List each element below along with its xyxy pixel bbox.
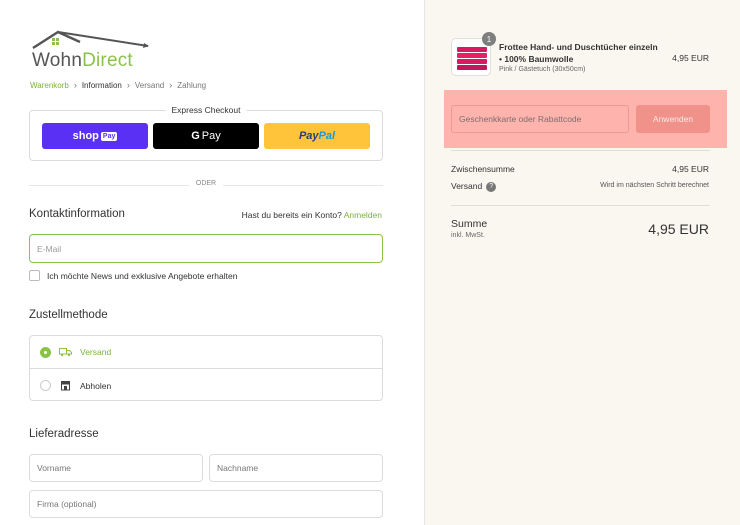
radio-unselected[interactable] xyxy=(40,380,51,391)
google-g-icon: G xyxy=(191,130,200,142)
subtotal-value: 4,95 EUR xyxy=(672,164,709,174)
chevron-right-icon: › xyxy=(169,80,173,90)
google-pay-button[interactable]: G Pay xyxy=(153,123,259,149)
lastname-input[interactable] xyxy=(209,454,383,482)
order-summary xyxy=(425,0,740,525)
wohndirect-logo[interactable]: WohnDirect xyxy=(30,28,150,71)
shipping-row: Versand? xyxy=(451,181,497,192)
paypal-button[interactable]: Pay Pal xyxy=(264,123,370,149)
delivery-options: Versand Abholen xyxy=(29,335,383,401)
shipping-label: Versand xyxy=(451,181,483,191)
store-icon xyxy=(59,380,72,391)
delivery-title: Zustellmethode xyxy=(29,309,108,321)
summary-divider xyxy=(451,205,710,206)
chevron-right-icon: › xyxy=(126,80,130,90)
express-checkout-title: Express Checkout xyxy=(165,105,247,115)
delivery-option-label: Abholen xyxy=(80,380,112,391)
login-hint: Hast du bereits ein Konto? Anmelden xyxy=(242,210,382,220)
breadcrumb: Warenkorb › Information › Versand › Zahl… xyxy=(30,80,206,90)
discount-code-input[interactable] xyxy=(451,105,629,133)
apply-discount-button[interactable]: Anwenden xyxy=(636,105,710,133)
paypal-label-pay: Pay xyxy=(298,130,319,142)
subtotal-label: Zwischensumme xyxy=(451,164,515,174)
summary-divider xyxy=(451,150,710,151)
breadcrumb-shipping: Versand xyxy=(134,80,165,90)
email-input[interactable] xyxy=(29,234,383,263)
or-divider-text: ODER xyxy=(195,180,217,187)
paypal-label-pal: Pal xyxy=(318,130,336,142)
newsletter-label: Ich möchte News und exklusive Angebote e… xyxy=(47,270,238,281)
or-divider: ODER xyxy=(29,180,383,190)
delivery-option-pickup[interactable]: Abholen xyxy=(30,369,382,402)
chevron-right-icon: › xyxy=(73,80,77,90)
breadcrumb-payment: Zahlung xyxy=(177,80,207,90)
product-price: 4,95 EUR xyxy=(672,53,709,63)
logo-text: WohnDirect xyxy=(32,50,133,71)
checkout-main: WohnDirect Warenkorb › Information › Ver… xyxy=(0,0,425,525)
help-icon[interactable]: ? xyxy=(486,181,497,192)
roof-icon xyxy=(32,30,149,50)
delivery-option-shipping[interactable]: Versand xyxy=(30,336,382,369)
login-link[interactable]: Anmelden xyxy=(344,210,382,220)
contact-title: Kontaktinformation xyxy=(29,208,125,220)
total-value: 4,95 EUR xyxy=(648,221,709,237)
login-prompt: Hast du bereits ein Konto? xyxy=(241,210,342,220)
newsletter-option[interactable]: Ich möchte News und exklusive Angebote e… xyxy=(29,270,237,281)
company-input[interactable] xyxy=(29,490,383,518)
breadcrumb-information: Information xyxy=(81,80,122,90)
total-tax-note: inkl. MwSt. xyxy=(451,232,485,239)
shop-pay-badge: Pay xyxy=(100,131,118,141)
newsletter-checkbox[interactable] xyxy=(29,270,40,281)
google-pay-label: Pay xyxy=(201,130,221,142)
shop-pay-label: shop xyxy=(72,130,99,142)
product-variant: Pink / Gästetuch (30x50cm) xyxy=(499,66,586,73)
quantity-badge: 1 xyxy=(482,32,496,46)
delivery-option-label: Versand xyxy=(80,347,112,357)
radio-selected[interactable] xyxy=(40,346,51,358)
shipping-note: Wird im nächsten Schritt berechnet xyxy=(600,182,709,189)
address-title: Lieferadresse xyxy=(29,428,99,440)
product-name: Frottee Hand- und Duschtücher einzeln • … xyxy=(499,42,658,64)
breadcrumb-cart[interactable]: Warenkorb xyxy=(30,81,69,90)
truck-icon xyxy=(59,347,72,358)
firstname-input[interactable] xyxy=(29,454,203,482)
express-checkout: Express Checkout shop Pay G Pay Pay Pal xyxy=(29,105,383,161)
shop-pay-button[interactable]: shop Pay xyxy=(42,123,148,149)
total-label: Summe xyxy=(451,218,488,230)
